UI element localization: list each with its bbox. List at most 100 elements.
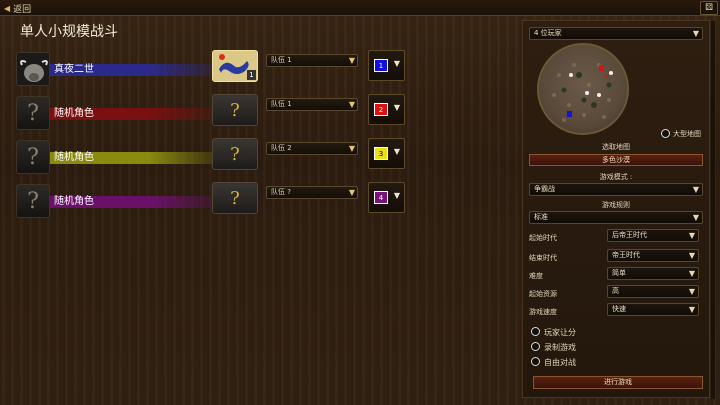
setting-value: 高 bbox=[612, 287, 619, 295]
settings-panel: 4 位玩家 ▼ 大型地图 选取地图 多色沙漠 游戏模式 : 争霸战 ▼ 游戏规则 标… bbox=[522, 20, 715, 399]
team-value: 队伍 1 bbox=[271, 100, 292, 108]
chevron-down-icon: ▼ bbox=[692, 185, 699, 194]
buffalo-portrait-icon bbox=[17, 53, 49, 85]
chevron-down-icon: ▼ bbox=[692, 213, 699, 222]
player-count-select[interactable]: 4 位玩家 ▼ bbox=[529, 27, 703, 40]
chevron-down-icon: ▼ bbox=[688, 287, 695, 296]
chevron-down-icon: ▼ bbox=[348, 188, 355, 197]
setting-label: 游戏速度 bbox=[529, 308, 557, 316]
chevron-down-icon: ▼ bbox=[688, 251, 695, 260]
chevron-down-icon: ▼ bbox=[393, 59, 400, 68]
team-select[interactable]: 队伍 1 ▼ bbox=[266, 98, 358, 111]
random-civ-icon: ? bbox=[230, 187, 240, 209]
chevron-down-icon: ▼ bbox=[348, 100, 355, 109]
chevron-down-icon: ▼ bbox=[393, 147, 400, 156]
team-value: 队伍 1 bbox=[271, 56, 292, 64]
random-civ-icon: ? bbox=[230, 99, 240, 121]
settings-scrollbar[interactable] bbox=[711, 21, 715, 399]
player-portrait[interactable] bbox=[16, 52, 50, 86]
game-mode-select[interactable]: 争霸战 ▼ bbox=[529, 183, 703, 196]
civ-number: 1 bbox=[247, 70, 256, 80]
random-portrait-icon: ? bbox=[27, 100, 39, 126]
color-swatch: 4 bbox=[374, 191, 388, 204]
player-count-value: 4 位玩家 bbox=[534, 29, 562, 37]
setting-select[interactable]: 帝王时代 ▼ bbox=[607, 249, 699, 262]
color-swatch: 1 bbox=[374, 59, 388, 72]
player-name: 真夜二世 bbox=[54, 64, 94, 75]
civ-select[interactable]: ? bbox=[212, 94, 258, 126]
chevron-down-icon: ▼ bbox=[348, 56, 355, 65]
chevron-down-icon: ▼ bbox=[688, 231, 695, 240]
setting-label: 起始时代 bbox=[529, 234, 557, 242]
game-mode-value: 争霸战 bbox=[534, 185, 555, 193]
option-label: 录制游戏 bbox=[544, 343, 576, 352]
setting-value: 简单 bbox=[612, 269, 626, 277]
team-value: 队伍 ? bbox=[271, 188, 291, 196]
player-portrait[interactable]: ? bbox=[16, 96, 50, 130]
setting-value: 快速 bbox=[612, 305, 626, 313]
minimap[interactable] bbox=[537, 43, 629, 135]
team-select[interactable]: 队伍 1 ▼ bbox=[266, 54, 358, 67]
chevron-down-icon: ▼ bbox=[688, 305, 695, 314]
rules-value: 标准 bbox=[534, 213, 548, 221]
chevron-down-icon: ▼ bbox=[393, 103, 400, 112]
player-name: 随机角色 bbox=[54, 108, 94, 119]
team-select[interactable]: 队伍 ? ▼ bbox=[266, 186, 358, 199]
page-title: 单人小规模战斗 bbox=[20, 24, 118, 40]
top-bar: ◀ 返回 ⚄ bbox=[0, 0, 720, 16]
player-row: 真夜二世 1 队伍 1 ▼ 1 ▼ bbox=[16, 50, 416, 88]
random-portrait-icon: ? bbox=[27, 188, 39, 214]
map-terrain bbox=[552, 63, 613, 122]
setting-select[interactable]: 快速 ▼ bbox=[607, 303, 699, 316]
random-civ-icon: ? bbox=[230, 143, 240, 165]
setting-value: 帝王时代 bbox=[612, 251, 640, 259]
select-map-label: 选取地图 bbox=[602, 143, 630, 151]
color-swatch: 2 bbox=[374, 103, 388, 116]
player-color-select[interactable]: 1 ▼ bbox=[368, 50, 405, 81]
back-label: 返回 bbox=[13, 4, 32, 15]
player-row: ? 随机角色 ? 队伍 2 ▼ 3 ▼ bbox=[16, 138, 416, 176]
rules-label: 游戏规则 bbox=[602, 201, 630, 209]
random-portrait-icon: ? bbox=[27, 144, 39, 170]
team-select[interactable]: 队伍 2 ▼ bbox=[266, 142, 358, 155]
team-value: 队伍 2 bbox=[271, 144, 292, 152]
player-color-select[interactable]: 3 ▼ bbox=[368, 138, 405, 169]
chevron-down-icon: ▼ bbox=[688, 269, 695, 278]
setting-label: 起始资源 bbox=[529, 290, 557, 298]
player-color-select[interactable]: 2 ▼ bbox=[368, 94, 405, 125]
option-radio[interactable] bbox=[531, 342, 540, 351]
option-radio[interactable] bbox=[531, 357, 540, 366]
option-label: 玩家让分 bbox=[544, 328, 576, 337]
large-map-label: 大型地图 bbox=[673, 130, 701, 138]
rules-select[interactable]: 标准 ▼ bbox=[529, 211, 703, 224]
option-radio[interactable] bbox=[531, 327, 540, 336]
chevron-down-icon: ▼ bbox=[348, 144, 355, 153]
setting-value: 后帝王时代 bbox=[612, 231, 647, 239]
start-game-button[interactable]: 进行游戏 bbox=[533, 376, 703, 389]
setting-label: 结束时代 bbox=[529, 254, 557, 262]
option-label: 自由对战 bbox=[544, 358, 576, 367]
civ-select[interactable]: 1 bbox=[212, 50, 258, 82]
setting-label: 难度 bbox=[529, 272, 543, 280]
chevron-down-icon: ▼ bbox=[393, 191, 400, 200]
chevron-down-icon: ▼ bbox=[692, 29, 699, 38]
map-name-button[interactable]: 多色沙漠 bbox=[529, 154, 703, 166]
color-swatch: 3 bbox=[374, 147, 388, 160]
large-map-radio[interactable] bbox=[661, 129, 670, 138]
game-mode-label: 游戏模式 : bbox=[599, 173, 633, 181]
player-color-select[interactable]: 4 ▼ bbox=[368, 182, 405, 213]
player-portrait[interactable]: ? bbox=[16, 184, 50, 218]
player-name: 随机角色 bbox=[54, 196, 94, 207]
player-portrait[interactable]: ? bbox=[16, 140, 50, 174]
back-arrow-icon: ◀ bbox=[4, 3, 11, 13]
gamepad-icon[interactable]: ⚄ bbox=[700, 1, 718, 15]
setting-select[interactable]: 后帝王时代 ▼ bbox=[607, 229, 699, 242]
setting-select[interactable]: 高 ▼ bbox=[607, 285, 699, 298]
player-row: ? 随机角色 ? 队伍 ? ▼ 4 ▼ bbox=[16, 182, 416, 220]
setting-select[interactable]: 简单 ▼ bbox=[607, 267, 699, 280]
back-button[interactable]: ◀ 返回 bbox=[4, 2, 32, 15]
player-row: ? 随机角色 ? 队伍 1 ▼ 2 ▼ bbox=[16, 94, 416, 132]
civ-select[interactable]: ? bbox=[212, 138, 258, 170]
player-name: 随机角色 bbox=[54, 152, 94, 163]
civ-select[interactable]: ? bbox=[212, 182, 258, 214]
